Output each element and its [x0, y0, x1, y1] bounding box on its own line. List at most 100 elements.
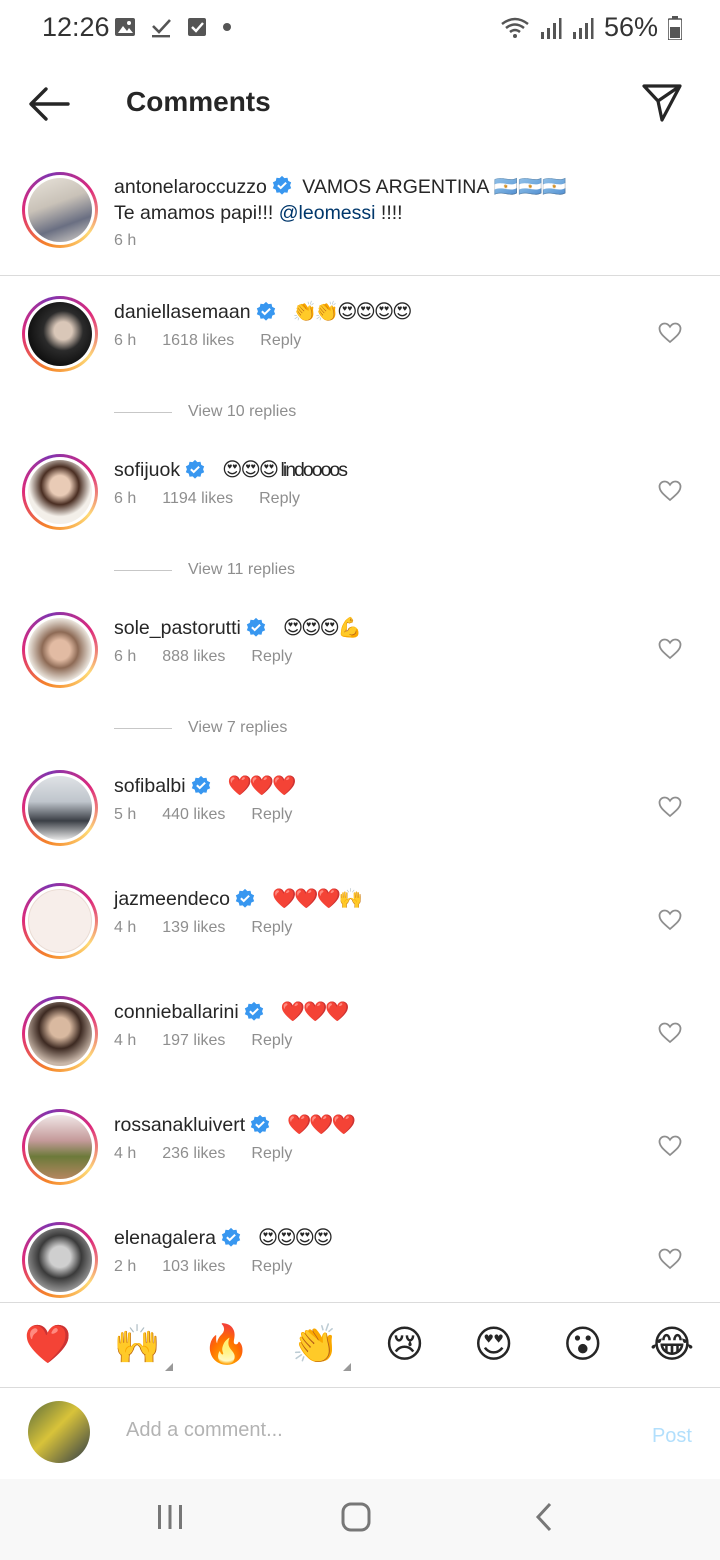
comment-likes[interactable]: 888 likes	[162, 648, 225, 666]
battery-level: 56%	[603, 12, 658, 42]
home-icon[interactable]	[340, 1501, 372, 1533]
comment-likes[interactable]: 139 likes	[162, 919, 225, 937]
verified-badge-icon	[246, 617, 265, 637]
replies-divider	[114, 727, 172, 729]
wifi-icon	[501, 17, 529, 38]
heart-outline-icon[interactable]	[658, 1248, 682, 1270]
comment-username[interactable]: sofijuok	[114, 459, 180, 482]
post-button[interactable]: Post	[652, 1425, 692, 1448]
reply-button[interactable]: Reply	[251, 806, 292, 824]
comment-likes[interactable]: 440 likes	[162, 806, 225, 824]
status-right: 56%	[500, 12, 682, 43]
heart-outline-icon[interactable]	[658, 480, 682, 502]
view-replies-button[interactable]: View 11 replies	[114, 558, 514, 582]
comment-text: ❤️❤️❤️	[227, 775, 297, 797]
comment-avatar[interactable]	[22, 612, 98, 688]
comment-likes[interactable]: 236 likes	[162, 1145, 225, 1163]
comment-time: 4 h	[114, 1145, 137, 1162]
user-avatar	[28, 1401, 90, 1463]
comment-username[interactable]: rossanakluivert	[114, 1114, 245, 1137]
emoji-clap-glyph: 👏	[291, 1324, 340, 1366]
download-done-icon	[152, 19, 171, 38]
system-nav-bar	[0, 1479, 720, 1560]
replies-divider	[114, 569, 172, 571]
heart-outline-icon[interactable]	[658, 322, 682, 344]
comment-line: sole_pastorutti 😍😍😍💪	[114, 616, 362, 640]
emoji-heart[interactable]: ❤️	[20, 1317, 76, 1373]
comment-avatar[interactable]	[22, 454, 98, 530]
comment-likes[interactable]: 103 likes	[162, 1258, 225, 1276]
comment-avatar[interactable]	[22, 1222, 98, 1298]
mention-link[interactable]: @leomessi	[279, 202, 376, 224]
view-replies-button[interactable]: View 10 replies	[114, 400, 514, 424]
comment-likes[interactable]: 1194 likes	[162, 490, 233, 508]
skin-tone-indicator	[343, 1363, 352, 1371]
comment-likes[interactable]: 197 likes	[162, 1032, 225, 1050]
emoji-surprised[interactable]: 😮	[555, 1317, 611, 1373]
comment-item: daniellasemaan 👏👏😍😍😍😍 6 h 1618 likes Rep…	[0, 296, 720, 386]
heart-outline-icon[interactable]	[658, 638, 682, 660]
notification-icons	[114, 16, 232, 38]
verified-badge-icon	[235, 888, 255, 908]
comment-avatar[interactable]	[22, 883, 98, 959]
comment-username[interactable]: sofibalbi	[114, 775, 186, 798]
caption-text: antonelaroccuzzo VAMOS ARGENTINA 🇦🇷🇦🇷🇦🇷 …	[114, 174, 694, 226]
emoji-laughing[interactable]: 😂	[644, 1317, 700, 1373]
dot-icon	[223, 23, 231, 31]
comment-likes[interactable]: 1618 likes	[162, 332, 234, 350]
view-replies-label: View 7 replies	[188, 719, 288, 736]
signal-icon-2	[572, 17, 594, 39]
emoji-fire[interactable]: 🔥	[198, 1317, 254, 1373]
comment-username[interactable]: daniellasemaan	[114, 301, 251, 324]
checkbox-icon	[188, 18, 206, 36]
comment-username[interactable]: connieballarini	[114, 1001, 239, 1024]
heart-outline-icon[interactable]	[658, 909, 682, 931]
gallery-icon	[115, 18, 135, 36]
caption-line2-suffix: !!!!	[380, 202, 403, 224]
reply-button[interactable]: Reply	[259, 490, 300, 508]
comment-username[interactable]: jazmeendeco	[114, 888, 230, 911]
comment-composer: Post	[0, 1389, 720, 1479]
nav-back-icon[interactable]	[532, 1501, 556, 1533]
heart-outline-icon[interactable]	[658, 1022, 682, 1044]
comment-avatar[interactable]	[22, 996, 98, 1072]
recent-apps-icon[interactable]	[155, 1503, 185, 1531]
comment-text: 😍😍😍😍	[257, 1227, 333, 1249]
comment-avatar[interactable]	[22, 770, 98, 846]
reply-button[interactable]: Reply	[251, 648, 292, 666]
comment-username[interactable]: sole_pastorutti	[114, 617, 241, 640]
emoji-clap[interactable]: 👏	[287, 1317, 352, 1373]
status-time: 12:26	[42, 12, 110, 42]
comment-time: 5 h	[114, 806, 137, 823]
view-replies-button[interactable]: View 7 replies	[114, 716, 514, 740]
caption-avatar[interactable]	[22, 172, 98, 248]
emoji-raised-hands[interactable]: 🙌	[109, 1317, 174, 1373]
comment-avatar[interactable]	[22, 296, 98, 372]
reply-button[interactable]: Reply	[251, 919, 292, 937]
reply-button[interactable]: Reply	[251, 1145, 292, 1163]
caption-line2-prefix: Te amamos papi!!!	[114, 202, 274, 224]
comment-text: ❤️❤️❤️🙌	[272, 888, 363, 910]
emoji-heart-eyes[interactable]: 😍	[466, 1317, 522, 1373]
emoji-raised-hands-glyph: 🙌	[113, 1324, 161, 1366]
comment-username[interactable]: elenagalera	[114, 1227, 216, 1250]
comment-avatar[interactable]	[22, 1109, 98, 1185]
heart-outline-icon[interactable]	[658, 796, 682, 818]
comment-input[interactable]	[126, 1419, 606, 1442]
emoji-crying[interactable]: 😢	[377, 1317, 433, 1373]
comment-text: 👏👏😍😍😍😍	[292, 301, 413, 323]
reply-button[interactable]: Reply	[251, 1032, 292, 1050]
battery-icon	[668, 15, 682, 40]
reply-button[interactable]: Reply	[260, 332, 301, 350]
verified-badge-icon	[191, 775, 210, 795]
paper-plane-icon[interactable]	[640, 80, 684, 124]
comment-item: elenagalera 😍😍😍😍 2 h 103 likes Reply	[0, 1222, 720, 1312]
verified-badge-icon	[221, 1227, 241, 1247]
status-bar: 12:26 56%	[0, 0, 720, 56]
heart-outline-icon[interactable]	[658, 1135, 682, 1157]
caption-username[interactable]: antonelaroccuzzo	[114, 176, 267, 198]
reply-button[interactable]: Reply	[251, 1258, 292, 1276]
comment-line: sofijuok 😍😍😍 lindoooos	[114, 458, 348, 482]
back-arrow-icon[interactable]	[26, 84, 72, 124]
comment-text: 😍😍😍 lindoooos	[222, 459, 348, 481]
